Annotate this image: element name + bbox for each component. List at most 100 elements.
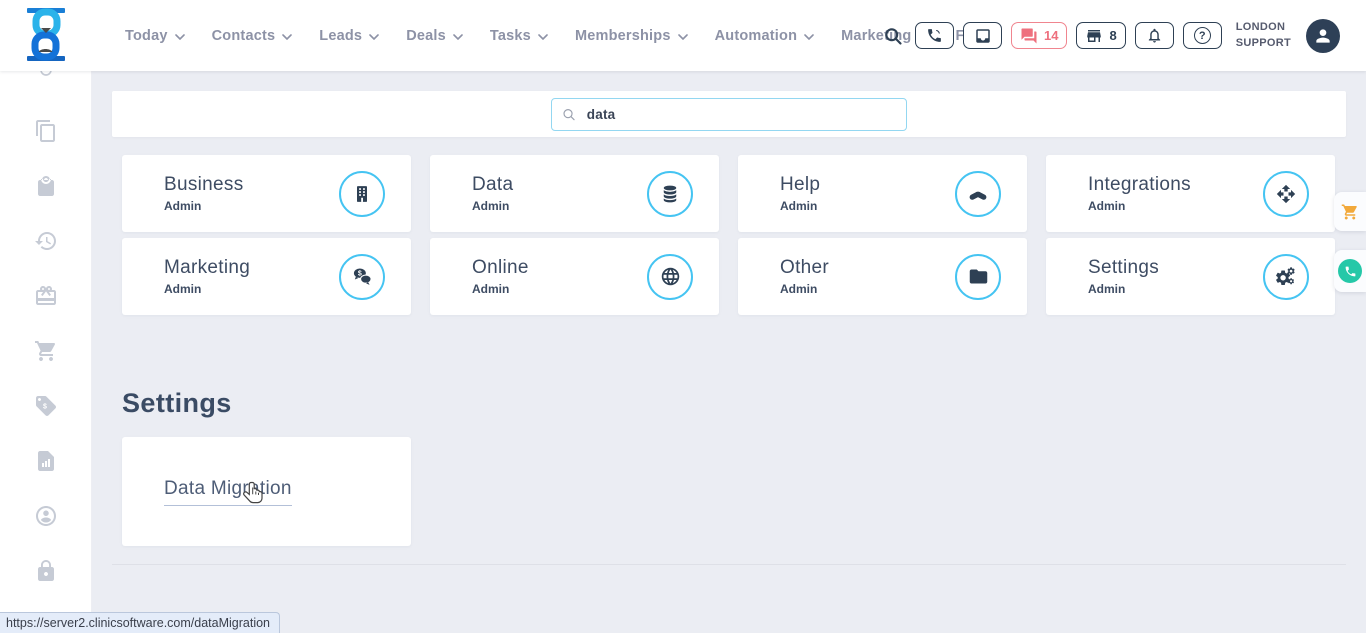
lock-icon[interactable] <box>34 559 58 583</box>
admin-search-box[interactable] <box>551 98 907 131</box>
app-logo[interactable] <box>24 8 68 61</box>
data-migration-card[interactable]: Data Migration <box>122 437 411 546</box>
nav-label: Contacts <box>212 28 276 44</box>
card-subtitle: Admin <box>1088 199 1191 213</box>
nav-label: Deals <box>406 28 446 44</box>
card-title: Help <box>780 174 820 196</box>
card-icon-circle <box>955 254 1001 300</box>
price-tag-icon[interactable]: $ <box>34 394 58 418</box>
left-sidebar: $ <box>0 71 92 633</box>
chevron-down-icon <box>678 34 688 40</box>
gift-icon[interactable] <box>34 284 58 308</box>
card-integrations[interactable]: Integrations Admin <box>1046 155 1335 232</box>
admin-card-grid: Business Admin Data Admin Help Admin Int… <box>122 155 1335 315</box>
card-marketing[interactable]: Marketing Admin $ <box>122 238 411 315</box>
user-name: LONDON SUPPORT <box>1236 20 1291 51</box>
card-subtitle: Admin <box>780 199 820 213</box>
chevron-down-icon <box>453 34 463 40</box>
folder-icon <box>968 266 989 287</box>
store-count-badge: 8 <box>1109 28 1116 43</box>
hourglass-logo-icon <box>24 8 68 61</box>
card-icon-circle <box>647 171 693 217</box>
move-arrows-icon <box>1276 184 1296 204</box>
chat-count-badge: 14 <box>1044 28 1058 43</box>
card-subtitle: Admin <box>472 282 529 296</box>
nav-label: Automation <box>715 28 798 44</box>
card-icon-circle: $ <box>339 254 385 300</box>
store-icon <box>1085 27 1103 45</box>
cart-icon[interactable] <box>34 339 58 363</box>
nav-item-deals[interactable]: Deals <box>406 28 463 44</box>
help-button[interactable]: ? <box>1183 22 1222 49</box>
question-mark-icon: ? <box>1194 27 1211 44</box>
nav-item-today[interactable]: Today <box>125 28 185 44</box>
card-subtitle: Admin <box>780 282 829 296</box>
report-icon[interactable] <box>34 449 58 473</box>
search-input[interactable] <box>585 106 896 123</box>
card-subtitle: Admin <box>1088 282 1159 296</box>
card-title: Other <box>780 257 829 279</box>
copy-icon[interactable] <box>34 119 58 143</box>
floating-cart-button[interactable] <box>1334 192 1366 231</box>
card-subtitle: Admin <box>164 199 244 213</box>
chat-messages-button[interactable]: 14 <box>1011 22 1067 49</box>
card-subtitle: Admin <box>164 282 250 296</box>
history-icon[interactable] <box>34 229 58 253</box>
nav-item-leads[interactable]: Leads <box>319 28 379 44</box>
chevron-down-icon <box>369 34 379 40</box>
store-button[interactable]: 8 <box>1076 22 1125 49</box>
card-icon-circle <box>955 171 1001 217</box>
nav-label: Tasks <box>490 28 531 44</box>
account-icon[interactable] <box>34 504 58 528</box>
section-heading: Settings <box>122 388 232 419</box>
status-url: https://server2.clinicsoftware.com/dataM… <box>6 616 270 630</box>
floating-whatsapp-button[interactable] <box>1334 250 1366 292</box>
svg-text:$: $ <box>43 404 47 411</box>
brand-partial-icon[interactable] <box>34 71 58 88</box>
nav-item-tasks[interactable]: Tasks <box>490 28 548 44</box>
bell-icon <box>1146 27 1163 44</box>
chevron-down-icon <box>175 34 185 40</box>
card-icon-circle <box>1263 254 1309 300</box>
nav-label: Memberships <box>575 28 671 44</box>
chevron-down-icon <box>538 34 548 40</box>
shopping-bag-icon[interactable] <box>34 174 58 198</box>
nav-item-automation[interactable]: Automation <box>715 28 815 44</box>
card-title: Data <box>472 174 513 196</box>
search-strip <box>112 91 1346 137</box>
card-data[interactable]: Data Admin <box>430 155 719 232</box>
nav-item-memberships[interactable]: Memberships <box>575 28 688 44</box>
cart-orange-icon <box>1341 203 1359 221</box>
card-online[interactable]: Online Admin <box>430 238 719 315</box>
card-other[interactable]: Other Admin <box>738 238 1027 315</box>
gears-icon <box>1275 266 1297 288</box>
search-icon[interactable] <box>883 26 903 46</box>
magnifier-icon <box>562 107 576 122</box>
main-nav: Today Contacts Leads Deals Tasks Members… <box>125 0 990 71</box>
person-icon <box>1313 26 1333 46</box>
card-title: Marketing <box>164 257 250 279</box>
inbox-icon <box>974 27 992 45</box>
inbox-button[interactable] <box>963 22 1002 49</box>
card-business[interactable]: Business Admin <box>122 155 411 232</box>
chat-dollar-icon: $ <box>352 266 373 287</box>
data-migration-link[interactable]: Data Migration <box>164 478 292 506</box>
card-title: Business <box>164 174 244 196</box>
chevron-down-icon <box>282 34 292 40</box>
building-icon <box>352 184 372 204</box>
nav-item-contacts[interactable]: Contacts <box>212 28 293 44</box>
top-bar: Today Contacts Leads Deals Tasks Members… <box>0 0 1366 71</box>
handshake-icon <box>967 183 989 205</box>
card-icon-circle <box>1263 171 1309 217</box>
whatsapp-phone-icon <box>1338 259 1362 283</box>
card-help[interactable]: Help Admin <box>738 155 1027 232</box>
phone-calls-button[interactable] <box>915 22 954 49</box>
user-avatar[interactable] <box>1306 19 1340 53</box>
notifications-button[interactable] <box>1135 22 1174 49</box>
card-title: Integrations <box>1088 174 1191 196</box>
card-settings[interactable]: Settings Admin <box>1046 238 1335 315</box>
user-name-line1: LONDON <box>1236 20 1291 35</box>
database-icon <box>660 184 680 204</box>
browser-status-bar: https://server2.clinicsoftware.com/dataM… <box>0 612 280 633</box>
section-divider <box>112 564 1346 565</box>
